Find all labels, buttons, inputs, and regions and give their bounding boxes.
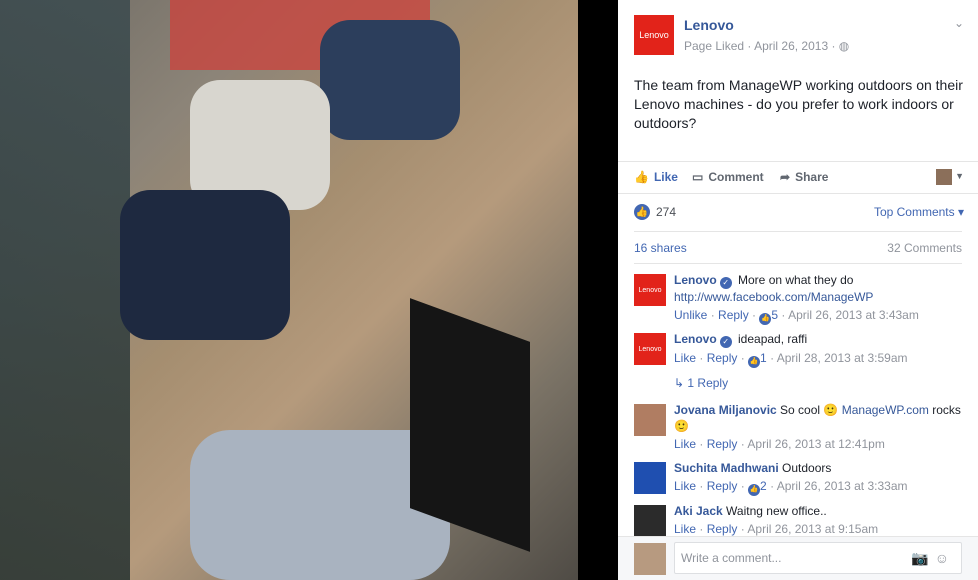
post-photo[interactable]	[0, 0, 578, 580]
verified-badge-icon: ✓	[719, 277, 732, 289]
reply-link[interactable]: Reply	[718, 308, 749, 322]
lenovo-logo: Lenovo	[634, 15, 674, 55]
verified-badge-icon: ✓	[719, 336, 732, 348]
commenter-avatar[interactable]	[634, 462, 666, 494]
commenter-name[interactable]: Lenovo	[674, 332, 717, 346]
unlike-link[interactable]: Unlike	[674, 308, 707, 322]
share-arrow-icon: ➦	[780, 170, 791, 184]
person-shape	[120, 190, 290, 340]
reaction-summary[interactable]: 👍 274	[634, 204, 676, 220]
smiley-icon: 🙂	[823, 403, 839, 417]
commenter-name[interactable]: Jovana Miljanovic	[674, 403, 777, 417]
share-button[interactable]: ➦ Share	[780, 170, 828, 184]
comment-time[interactable]: April 26, 2013 at 9:15am	[747, 522, 878, 536]
divider	[634, 263, 962, 264]
actor-avatar[interactable]	[936, 169, 952, 185]
page-name-link[interactable]: Lenovo	[684, 17, 734, 33]
comment-time[interactable]: April 26, 2013 at 12:41pm	[747, 437, 884, 451]
user-avatar[interactable]	[634, 543, 666, 575]
like-button[interactable]: 👍 Like	[634, 170, 678, 184]
chevron-down-icon[interactable]: ⌄	[954, 16, 964, 30]
reply-link[interactable]: Reply	[707, 479, 738, 493]
comment-link[interactable]: ManageWP.com	[842, 403, 929, 417]
reply-link[interactable]: Reply	[707, 351, 738, 365]
laptop-shape	[410, 298, 530, 552]
post-meta: Page Liked · April 26, 2013 · ◍	[684, 39, 850, 53]
comment-placeholder: Write a comment...	[681, 551, 782, 565]
action-bar: 👍 Like ▭ Comment ➦ Share ▼	[618, 161, 978, 194]
window-frame	[0, 0, 130, 580]
comment-text: More on what they do	[738, 273, 854, 287]
speech-bubble-icon: ▭	[692, 170, 704, 184]
page-avatar[interactable]: Lenovo	[634, 15, 674, 55]
commenter-name[interactable]: Aki Jack	[674, 504, 723, 518]
comment-sort-dropdown[interactable]: Top Comments ▾	[874, 205, 964, 219]
shares-link[interactable]: 16 shares	[634, 241, 687, 255]
reply-link[interactable]: Reply	[707, 522, 738, 536]
lightbox-gap	[578, 0, 618, 580]
comment-composer: Write a comment... 📷☺	[618, 536, 978, 580]
comment-text: ideapad, raffi	[738, 332, 808, 346]
post-date[interactable]: April 26, 2013	[754, 39, 828, 53]
comment-input[interactable]: Write a comment... 📷☺	[674, 542, 962, 574]
commenter-avatar[interactable]	[634, 505, 666, 537]
comment-time[interactable]: April 26, 2013 at 3:43am	[788, 308, 919, 322]
like-count: 274	[656, 205, 677, 219]
divider	[634, 231, 962, 232]
caret-down-icon[interactable]: ▼	[955, 171, 964, 181]
globe-icon: ◍	[838, 39, 850, 53]
like-link[interactable]: Like	[674, 437, 696, 451]
comment-time[interactable]: April 28, 2013 at 3:59am	[777, 351, 908, 365]
comment-time[interactable]: April 26, 2013 at 3:33am	[777, 479, 908, 493]
emoji-icon[interactable]: ☺	[935, 550, 955, 566]
comment-meta: Like · Reply · April 26, 2013 at 9:15am	[674, 522, 879, 536]
like-link[interactable]: Like	[674, 522, 696, 536]
like-link[interactable]: Like	[674, 351, 696, 365]
person-shape	[320, 20, 460, 140]
like-count-icon: 👍	[748, 356, 761, 368]
comments-count: 32 Comments	[887, 241, 962, 255]
comment-link[interactable]: http://www.facebook.com/ManageWP	[674, 290, 873, 304]
post-text: The team from ManageWP working outdoors …	[634, 77, 963, 131]
comment-text: Waitng new office..	[726, 504, 827, 518]
comment-text: So cool	[780, 403, 821, 417]
page-liked-status: Page Liked	[684, 39, 745, 53]
view-replies-link[interactable]: ↳ 1 Reply	[674, 376, 728, 390]
camera-icon[interactable]: 📷	[911, 550, 934, 566]
smiley-icon: 🙂	[674, 419, 689, 433]
like-count-icon: 👍	[748, 484, 761, 496]
commenter-avatar[interactable]	[634, 404, 666, 436]
comment-meta: Like · Reply · 👍 2 · April 26, 2013 at 3:…	[674, 478, 964, 496]
comment-meta: Like · Reply · April 26, 2013 at 12:41pm	[674, 437, 885, 451]
post-panel: Lenovo Lenovo Page Liked · April 26, 201…	[618, 0, 978, 580]
thumbs-up-icon: 👍	[634, 170, 649, 184]
reply-arrow-icon: ↳	[674, 376, 685, 390]
like-count-icon: 👍	[759, 313, 772, 325]
commenter-name[interactable]: Suchita Madhwani	[674, 461, 779, 475]
like-reaction-icon: 👍	[634, 204, 650, 220]
comment-text: Outdoors	[782, 461, 832, 475]
commenter-avatar[interactable]: Lenovo	[634, 274, 666, 306]
like-link[interactable]: Like	[674, 479, 696, 493]
commenter-name[interactable]: Lenovo	[674, 273, 717, 287]
comment-meta: Unlike · Reply · 👍 5 · April 26, 2013 at …	[674, 307, 964, 325]
comment-meta: Like · Reply · 👍 1 · April 28, 2013 at 3:…	[674, 350, 964, 368]
reply-link[interactable]: Reply	[707, 437, 738, 451]
comment-text: rocks	[932, 403, 961, 417]
commenter-avatar[interactable]: Lenovo	[634, 333, 666, 365]
